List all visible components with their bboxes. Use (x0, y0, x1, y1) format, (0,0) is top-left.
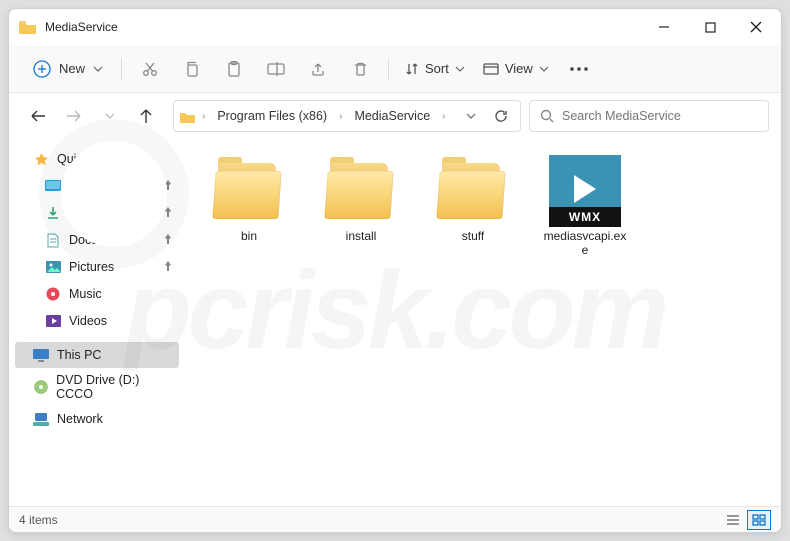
sidebar-label: Documents (69, 233, 132, 247)
folder-icon (438, 163, 508, 219)
videos-icon (45, 313, 61, 329)
toolbar: New Sort View (9, 45, 781, 93)
chevron-right-icon[interactable]: › (200, 111, 207, 122)
minimize-button[interactable] (641, 11, 687, 43)
recent-button[interactable] (93, 99, 127, 133)
sidebar-label: Network (57, 412, 103, 426)
view-label: View (505, 61, 533, 76)
sidebar-network[interactable]: Network (15, 406, 179, 432)
sidebar-item-videos[interactable]: Videos (15, 308, 179, 334)
sidebar-label: DVD Drive (D:) CCCO (56, 373, 173, 401)
desktop-icon (45, 178, 61, 194)
disc-icon (33, 379, 48, 395)
pin-icon (163, 180, 173, 192)
pin-icon (163, 207, 173, 219)
search-input[interactable] (562, 109, 758, 123)
sidebar-item-pictures[interactable]: Pictures (15, 254, 179, 280)
sidebar-quick-access[interactable]: Quick access (15, 146, 179, 172)
sidebar-item-music[interactable]: Music (15, 281, 179, 307)
cut-button[interactable] (130, 51, 170, 87)
breadcrumb-item[interactable]: MediaService (348, 105, 436, 127)
refresh-button[interactable] (488, 103, 514, 129)
share-button[interactable] (298, 51, 338, 87)
file-item[interactable]: WMX mediasvcapi.exe (539, 153, 631, 263)
pc-icon (33, 347, 49, 363)
plus-circle-icon (33, 60, 51, 78)
icons-view-button[interactable] (747, 510, 771, 530)
chevron-down-icon (455, 66, 465, 72)
star-icon (33, 151, 49, 167)
sidebar-this-pc[interactable]: This PC (15, 342, 179, 368)
document-icon (45, 232, 61, 248)
item-name: stuff (462, 229, 484, 243)
address-row: › Program Files (x86) › MediaService › (9, 93, 781, 139)
statusbar: 4 items (9, 506, 781, 532)
explorer-window: MediaService New Sort View (8, 8, 782, 533)
close-button[interactable] (733, 11, 779, 43)
sidebar-label: Videos (69, 314, 107, 328)
file-badge: WMX (549, 207, 621, 227)
network-icon (33, 411, 49, 427)
window-title: MediaService (45, 20, 118, 34)
item-name: install (346, 229, 377, 243)
chevron-down-icon (93, 66, 103, 72)
address-bar[interactable]: › Program Files (x86) › MediaService › (173, 100, 521, 132)
sidebar-dvd-drive[interactable]: DVD Drive (D:) CCCO (15, 374, 179, 400)
new-button[interactable]: New (23, 54, 113, 84)
pin-icon (163, 261, 173, 273)
music-icon (45, 286, 61, 302)
download-icon (45, 205, 61, 221)
chevron-right-icon[interactable]: › (440, 111, 447, 122)
wmx-file-icon: WMX (549, 155, 621, 227)
folder-item[interactable]: install (315, 153, 407, 263)
paste-button[interactable] (214, 51, 254, 87)
sort-label: Sort (425, 61, 449, 76)
item-count: 4 items (19, 513, 58, 527)
new-button-label: New (59, 61, 85, 76)
body: Quick access Desktop Downloads Documents… (9, 139, 781, 506)
titlebar: MediaService (9, 9, 781, 45)
back-button[interactable] (21, 99, 55, 133)
address-dropdown-button[interactable] (458, 103, 484, 129)
view-icon (483, 63, 499, 75)
chevron-right-icon[interactable]: › (337, 111, 344, 122)
sidebar-item-downloads[interactable]: Downloads (15, 200, 179, 226)
chevron-down-icon (539, 66, 549, 72)
sort-icon (405, 62, 419, 76)
details-view-button[interactable] (721, 510, 745, 530)
search-box[interactable] (529, 100, 769, 132)
folder-icon (214, 163, 284, 219)
forward-button[interactable] (57, 99, 91, 133)
rename-button[interactable] (256, 51, 296, 87)
search-icon (540, 109, 554, 123)
sidebar-item-desktop[interactable]: Desktop (15, 173, 179, 199)
content-area[interactable]: bin install stuff WMX mediasvcapi.exe (185, 139, 781, 506)
sidebar-label: Pictures (69, 260, 114, 274)
more-button[interactable] (559, 51, 599, 87)
folder-item[interactable]: bin (203, 153, 295, 263)
sidebar-label: Quick access (57, 152, 131, 166)
folder-icon (180, 108, 196, 124)
pin-icon (163, 234, 173, 246)
folder-icon (19, 20, 37, 34)
sidebar-label: Desktop (69, 179, 115, 193)
breadcrumb-item[interactable]: Program Files (x86) (211, 105, 333, 127)
delete-button[interactable] (340, 51, 380, 87)
item-name: mediasvcapi.exe (541, 229, 629, 257)
item-name: bin (241, 229, 257, 243)
up-button[interactable] (129, 99, 163, 133)
copy-button[interactable] (172, 51, 212, 87)
sidebar-label: Music (69, 287, 102, 301)
sidebar-label: This PC (57, 348, 101, 362)
maximize-button[interactable] (687, 11, 733, 43)
sidebar-label: Downloads (69, 206, 131, 220)
sidebar-item-documents[interactable]: Documents (15, 227, 179, 253)
folder-icon (326, 163, 396, 219)
folder-item[interactable]: stuff (427, 153, 519, 263)
pictures-icon (45, 259, 61, 275)
sort-button[interactable]: Sort (397, 57, 473, 80)
sidebar: Quick access Desktop Downloads Documents… (9, 139, 185, 506)
view-button[interactable]: View (475, 57, 557, 80)
